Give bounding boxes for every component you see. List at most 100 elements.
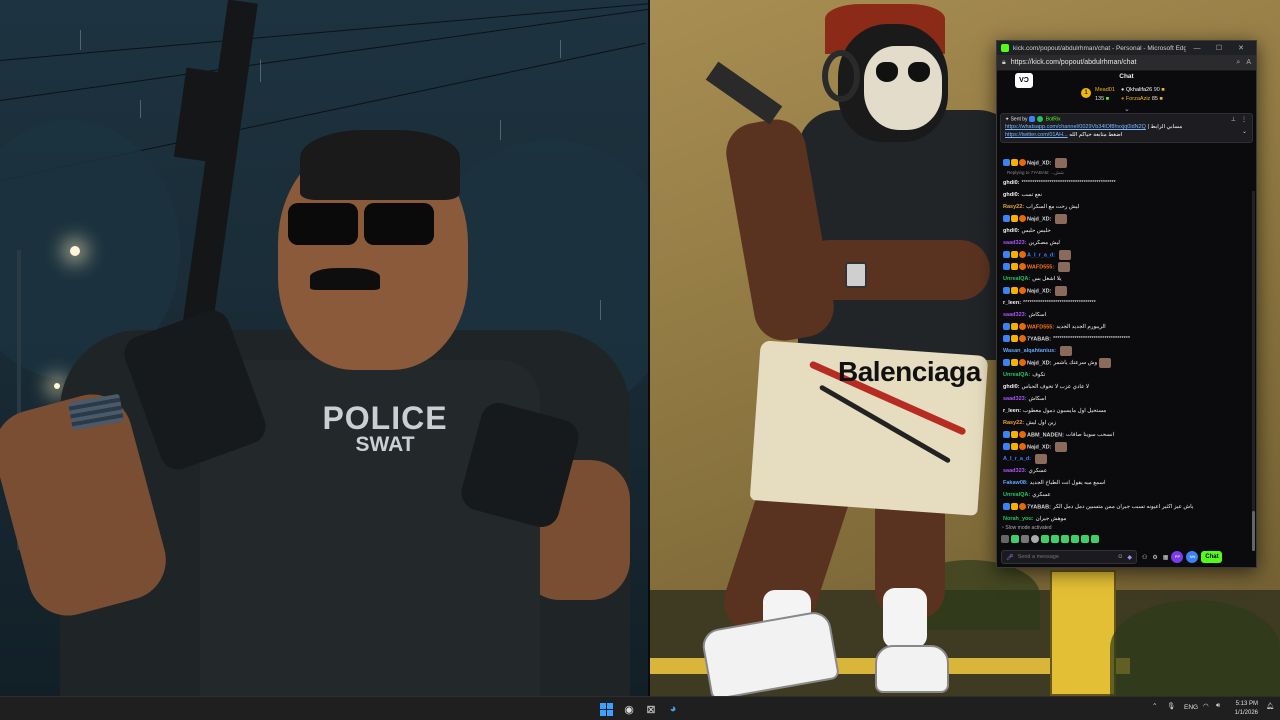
chat-message[interactable]: A_I_r_a_d: xyxy=(997,453,1252,465)
chat-username[interactable]: 7YABAB: xyxy=(1027,504,1051,510)
chat-username[interactable]: Najd_XD: xyxy=(1027,160,1051,166)
chat-username[interactable]: Rasy22: xyxy=(1003,420,1024,426)
chat-username[interactable]: A_I_r_a_d: xyxy=(1003,456,1031,462)
chat-message[interactable]: ghdi0: نعع تسب xyxy=(997,189,1252,201)
chat-username[interactable]: A_I_r_a_d: xyxy=(1027,252,1055,258)
more-options-icon[interactable]: ⋮ xyxy=(1241,116,1247,123)
chat-username[interactable]: Najd_XD: xyxy=(1027,360,1051,366)
chat-username[interactable]: Najd_XD: xyxy=(1027,288,1051,294)
tray-chevron-icon[interactable]: ⌃ xyxy=(1152,702,1157,710)
lock-icon[interactable]: 🔒︎ xyxy=(1002,59,1006,67)
emote-slot[interactable] xyxy=(1081,535,1089,543)
chat-username[interactable]: saad323: xyxy=(1003,240,1027,246)
emote-slot[interactable] xyxy=(1041,535,1049,543)
mic-tray-icon[interactable]: 🎙︎ xyxy=(1167,702,1175,710)
xbox-app-icon[interactable]: ⊠ xyxy=(643,701,659,717)
chat-message[interactable]: UnrealQA: تكوف xyxy=(997,369,1252,381)
chat-username[interactable]: 7YABAB: xyxy=(1027,336,1051,342)
chevron-down-icon[interactable]: ⌄ xyxy=(1124,105,1130,113)
emoji-icon[interactable]: ☺ xyxy=(1117,554,1123,560)
emote-quick-bar[interactable] xyxy=(1001,535,1099,545)
chat-message[interactable]: WAFD555: الريبورم الجديد الجديد xyxy=(997,321,1252,333)
emote-slot[interactable] xyxy=(1051,535,1059,543)
chat-username[interactable]: UnrealQA: xyxy=(1003,276,1030,282)
zoom-icon[interactable]: ⌕ xyxy=(1236,59,1240,67)
chat-send-button[interactable]: Chat xyxy=(1201,551,1223,563)
leader-third[interactable]: ● ForzaAziz 85 ■ xyxy=(1121,96,1163,102)
scrollbar-thumb[interactable] xyxy=(1252,511,1255,551)
chat-message[interactable]: ghdi0: حلبس حلبس xyxy=(997,225,1252,237)
chat-message[interactable]: saad323: اسكاش xyxy=(997,393,1252,405)
window-titlebar[interactable]: kick.com/popout/abdulrhman/chat - Person… xyxy=(997,41,1256,55)
chat-message[interactable]: A_I_r_a_d: xyxy=(997,249,1252,261)
leader-second[interactable]: ● Qkhalifa26 90 ■ xyxy=(1121,87,1165,93)
chat-username[interactable]: Najd_XD: xyxy=(1027,444,1051,450)
chat-username[interactable]: ghdi0: xyxy=(1003,384,1020,390)
chat-message[interactable]: Najd_XD: xyxy=(997,441,1252,453)
url-text[interactable]: https://kick.com/popout/abdulrhman/chat xyxy=(1011,59,1231,66)
chat-message[interactable]: 7YABAB: *********************************… xyxy=(997,333,1252,345)
notification-bell-icon[interactable]: 🔔︎ xyxy=(1266,702,1274,710)
chat-message[interactable]: Wasan_alqahtanius: xyxy=(997,345,1252,357)
chat-username[interactable]: ghdi0: xyxy=(1003,228,1020,234)
chat-message[interactable]: r_leen: مستحيل اول مايسبون دمول معطوب xyxy=(997,405,1252,417)
minimize-icon[interactable]: — xyxy=(1186,45,1208,52)
system-clock[interactable]: 5:13 PM 1/1/2026 xyxy=(1235,700,1258,718)
gear-icon[interactable]: ⚙ xyxy=(1152,554,1157,561)
emote-slot[interactable] xyxy=(1011,535,1019,543)
read-aloud-icon[interactable]: A xyxy=(1246,59,1251,66)
chat-message[interactable]: saad323: عسكري xyxy=(997,465,1252,477)
chat-username[interactable]: WAFD555: xyxy=(1027,324,1054,330)
chat-username[interactable]: UnrealQA: xyxy=(1003,492,1030,498)
mic-icon[interactable]: 🎤︎ xyxy=(1006,554,1014,561)
chat-username[interactable]: Norah_you: xyxy=(1003,516,1034,522)
chat-username[interactable]: saad323: xyxy=(1003,396,1027,402)
emote-slot[interactable] xyxy=(1031,535,1039,543)
chat-message[interactable]: ABM_NADEN: انسحب سوينا صافات xyxy=(997,429,1252,441)
pinned-link-whatsapp[interactable]: https://whatsapp.com/channel/0029Vb34lOf… xyxy=(1005,124,1146,130)
chat-username[interactable]: Fakaw08: xyxy=(1003,480,1028,486)
chat-message[interactable]: Najd_XD: xyxy=(997,157,1252,169)
chat-username[interactable]: ABM_NADEN: xyxy=(1027,432,1064,438)
obs-icon[interactable]: ◉ xyxy=(621,701,637,717)
chat-username[interactable]: saad323: xyxy=(1003,468,1027,474)
chat-username[interactable]: Rasy22: xyxy=(1003,204,1024,210)
chat-message[interactable]: saad323: اسكاش xyxy=(997,309,1252,321)
chat-message[interactable]: Rasy22: ليش رحت مع السكراب xyxy=(997,201,1252,213)
emote-slot[interactable] xyxy=(1071,535,1079,543)
chat-message[interactable]: Najd_XD: xyxy=(997,285,1252,297)
share-icon[interactable]: ⚇ xyxy=(1142,554,1147,561)
chip-pp[interactable]: PP xyxy=(1171,551,1184,563)
expand-chevron-icon[interactable]: ⌄ xyxy=(1242,128,1247,135)
chat-message[interactable]: Najd_XD: xyxy=(997,213,1252,225)
chat-scrollbar[interactable] xyxy=(1252,191,1255,551)
kick-emote-icon[interactable]: ◆ xyxy=(1127,554,1132,561)
pin-icon[interactable]: ⊥ xyxy=(1231,116,1236,123)
chat-message[interactable]: UnrealQA: عسكري xyxy=(997,489,1252,501)
chat-message[interactable]: Norah_you: موهش جيران xyxy=(997,513,1252,523)
maximize-icon[interactable]: ☐ xyxy=(1208,44,1230,52)
chat-message[interactable]: r_leen: *********************************… xyxy=(997,297,1252,309)
chat-message[interactable]: saad323: ليش مصكرين xyxy=(997,237,1252,249)
chip-nn[interactable]: NN xyxy=(1186,551,1199,563)
chat-message[interactable]: ghdi0: **********************************… xyxy=(997,177,1252,189)
chat-message[interactable]: UnrealQA: يلا اشغل بس xyxy=(997,273,1252,285)
chat-message[interactable]: WAFD555: xyxy=(997,261,1252,273)
emote-slot[interactable] xyxy=(1021,535,1029,543)
chat-message-list[interactable]: Najd_XD: Replying to 7YABAB: ...شش ghdi0: *… xyxy=(997,157,1252,523)
chat-username[interactable]: WAFD555: xyxy=(1027,264,1054,270)
start-button[interactable] xyxy=(598,701,614,717)
emote-slot[interactable] xyxy=(1061,535,1069,543)
leader-first[interactable]: Mead01 xyxy=(1095,87,1115,93)
chat-message[interactable]: 7YABAB: ياش عيز اكثير اعيونه تسبب جيران م… xyxy=(997,501,1252,513)
pinned-link-twitter[interactable]: https://twitter.com/01AH... xyxy=(1005,132,1068,138)
chat-username[interactable]: Wasan_alqahtanius: xyxy=(1003,348,1056,354)
emote-slot[interactable] xyxy=(1001,535,1009,543)
chat-username[interactable]: ghdi0: xyxy=(1003,192,1020,198)
address-bar[interactable]: 🔒︎ https://kick.com/popout/abdulrhman/ch… xyxy=(997,55,1256,71)
chat-username[interactable]: ghdi0: xyxy=(1003,180,1020,186)
wifi-icon[interactable]: ◠ xyxy=(1203,702,1209,710)
chat-message[interactable]: Rasy22: زين اول ليش xyxy=(997,417,1252,429)
close-icon[interactable]: ✕ xyxy=(1230,44,1252,52)
emote-slot[interactable] xyxy=(1091,535,1099,543)
